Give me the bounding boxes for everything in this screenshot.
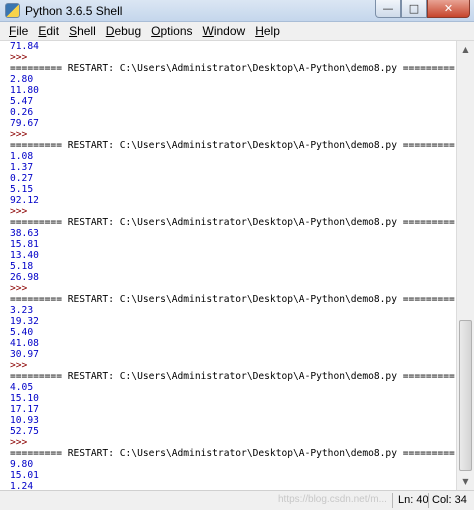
output-line: 79.67 (10, 118, 39, 129)
minimize-button[interactable]: — (375, 0, 401, 18)
shell-prompt: >>> (10, 437, 28, 448)
menu-mnemonic: H (255, 23, 264, 38)
output-line: 5.18 (10, 261, 34, 272)
shell-output[interactable]: 71.84 >>> ========= RESTART: C:\Users\Admi… (0, 41, 456, 490)
output-line: 41.08 (10, 338, 39, 349)
output-line: 3.23 (10, 305, 34, 316)
output-line: 38.63 (10, 228, 39, 239)
output-line: 5.47 (10, 96, 34, 107)
menu-label-rest: hell (77, 23, 96, 38)
maximize-button[interactable]: □ (401, 0, 427, 18)
menu-mnemonic: W (202, 23, 214, 38)
output-line: 19.32 (10, 316, 39, 327)
output-line: 4.05 (10, 382, 34, 393)
status-bar: https://blog.csdn.net/m... Ln: 40 Col: 3… (0, 490, 474, 510)
restart-banner: ========= RESTART: C:\Users\Administrato… (10, 63, 455, 74)
menu-label-rest: ptions (160, 23, 193, 38)
status-separator (428, 493, 429, 508)
menu-debug[interactable]: Debug (101, 22, 146, 41)
menu-label-rest: indow (213, 23, 246, 38)
output-line: 1.08 (10, 151, 34, 162)
menu-bar: File Edit Shell Debug Options Window Help (0, 22, 474, 41)
scroll-up-arrow-icon[interactable]: ▲ (457, 41, 474, 58)
output-line: 0.26 (10, 107, 34, 118)
output-line: 1.24 (10, 481, 34, 490)
output-line: 9.80 (10, 459, 34, 470)
shell-prompt: >>> (10, 52, 28, 63)
output-line: 5.15 (10, 184, 34, 195)
restart-banner: ========= RESTART: C:\Users\Administrato… (10, 371, 455, 382)
output-line: 15.10 (10, 393, 39, 404)
output-line: 26.98 (10, 272, 39, 283)
restart-banner: ========= RESTART: C:\Users\Administrato… (10, 294, 455, 305)
output-line: 13.40 (10, 250, 39, 261)
close-button[interactable]: ✕ (427, 0, 470, 18)
output-line: 71.84 (10, 41, 39, 52)
output-line: 15.81 (10, 239, 39, 250)
menu-help[interactable]: Help (250, 22, 285, 41)
output-line: 11.80 (10, 85, 39, 96)
output-line: 92.12 (10, 195, 39, 206)
shell-prompt: >>> (10, 129, 28, 140)
menu-file[interactable]: File (4, 22, 33, 41)
line-number: Ln: 40 (398, 494, 429, 506)
window-title: Python 3.6.5 Shell (25, 4, 123, 18)
python-idle-icon (5, 3, 20, 18)
menu-label-rest: elp (263, 23, 280, 38)
shell-prompt: >>> (10, 360, 28, 371)
window-controls: — □ ✕ (375, 0, 470, 19)
restart-banner: ========= RESTART: C:\Users\Administrato… (10, 217, 455, 228)
scroll-down-arrow-icon[interactable]: ▼ (457, 473, 474, 490)
vertical-scrollbar[interactable]: ▲ ▼ (456, 41, 474, 490)
restart-banner: ========= RESTART: C:\Users\Administrato… (10, 140, 455, 151)
output-line: 15.01 (10, 470, 39, 481)
menu-edit[interactable]: Edit (33, 22, 64, 41)
menu-label-rest: dit (46, 23, 60, 38)
output-line: 2.80 (10, 74, 34, 85)
output-line: 5.40 (10, 327, 34, 338)
output-line: 52.75 (10, 426, 39, 437)
output-line: 0.27 (10, 173, 34, 184)
status-separator (392, 493, 393, 508)
output-line: 10.93 (10, 415, 39, 426)
restart-banner: ========= RESTART: C:\Users\Administrato… (10, 448, 455, 459)
watermark: https://blog.csdn.net/m... (278, 494, 387, 505)
title-bar[interactable]: Python 3.6.5 Shell — □ ✕ (0, 0, 474, 22)
shell-prompt: >>> (10, 206, 28, 217)
menu-label-rest: ile (16, 23, 29, 38)
output-line: 30.97 (10, 349, 39, 360)
menu-mnemonic: S (69, 23, 78, 38)
menu-shell[interactable]: Shell (64, 22, 101, 41)
output-line: 17.17 (10, 404, 39, 415)
menu-label-rest: ebug (114, 23, 142, 38)
scrollbar-thumb[interactable] (459, 320, 472, 471)
column-number: Col: 34 (432, 494, 467, 506)
output-line: 1.37 (10, 162, 34, 173)
shell-prompt: >>> (10, 283, 28, 294)
menu-options[interactable]: Options (146, 22, 197, 41)
menu-window[interactable]: Window (198, 22, 251, 41)
